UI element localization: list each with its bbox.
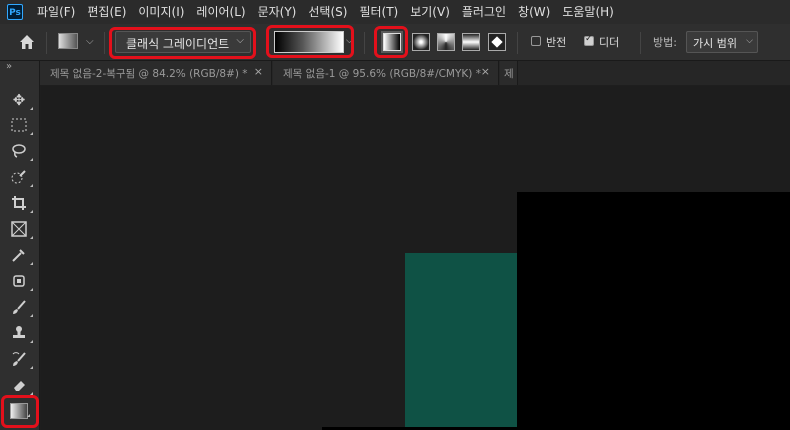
healing-brush-tool-icon[interactable] — [8, 270, 33, 292]
tool-preset-picker[interactable] — [58, 33, 78, 49]
document-canvas[interactable] — [517, 192, 790, 430]
mode-select[interactable]: 가시 범위 ⌵ — [686, 31, 758, 53]
collapse-icon[interactable]: » — [6, 61, 12, 72]
menu-file[interactable]: 파일(F) — [31, 0, 81, 24]
tab-title: 제목 없음-2-복구됨 @ 84.2% (RGB/8#) * — [50, 68, 248, 80]
separator — [46, 32, 47, 54]
menu-plugins[interactable]: 플러그인 — [456, 0, 512, 24]
tab-document-3[interactable]: 제 — [500, 61, 518, 85]
chevron-down-icon: ⌵ — [746, 36, 753, 46]
chevron-down-icon[interactable]: ⌵ — [346, 36, 353, 46]
close-icon[interactable]: × — [254, 65, 263, 78]
reverse-checkbox[interactable] — [531, 36, 541, 46]
menu-layer[interactable]: 레이어(L) — [190, 0, 251, 24]
tab-title: 제 — [504, 68, 514, 80]
menu-select[interactable]: 선택(S) — [302, 0, 353, 24]
dither-checkbox[interactable] — [584, 34, 594, 46]
menu-filter[interactable]: 필터(T) — [353, 0, 404, 24]
chevron-down-icon: ⌵ — [236, 35, 244, 46]
clone-stamp-tool-icon[interactable] — [8, 322, 33, 344]
lasso-tool-icon[interactable] — [8, 140, 33, 162]
marquee-tool-icon[interactable] — [8, 114, 33, 136]
dither-label: 디더 — [599, 36, 620, 49]
mode-label: 방법: — [653, 36, 677, 49]
crop-tool-icon[interactable] — [8, 192, 33, 214]
menu-bar: Ps 파일(F) 편집(E) 이미지(I) 레이어(L) 문자(Y) 선택(S)… — [0, 0, 790, 24]
tab-document-2[interactable]: 제목 없음-2-복구됨 @ 84.2% (RGB/8#) * × — [40, 61, 272, 85]
gradient-type-select[interactable]: 클래식 그레이디언트 ⌵ — [115, 31, 251, 53]
brush-tool-icon[interactable] — [8, 296, 33, 318]
diamond-gradient-button[interactable] — [488, 33, 506, 51]
linear-gradient-button[interactable] — [381, 31, 403, 53]
document-tab-bar: 제목 없음-2-복구됨 @ 84.2% (RGB/8#) * × 제목 없음-1… — [40, 61, 790, 85]
angle-gradient-button[interactable] — [437, 33, 455, 51]
menu-view[interactable]: 보기(V) — [404, 0, 456, 24]
options-bar: ⌵ 클래식 그레이디언트 ⌵ ⌵ 반전 디더 방법: 가시 범위 ⌵ — [0, 24, 790, 61]
tab-title: 제목 없음-1 @ 95.6% (RGB/8#/CMYK) * — [283, 68, 481, 80]
quick-select-tool-icon[interactable] — [8, 166, 33, 188]
home-icon[interactable] — [18, 33, 36, 51]
mode-value: 가시 범위 — [693, 37, 737, 50]
move-tool-icon[interactable]: ✥ — [8, 89, 33, 111]
photoshop-logo-icon[interactable]: Ps — [7, 4, 23, 20]
tools-panel: » ✥ — [0, 61, 40, 430]
eyedropper-tool-icon[interactable] — [8, 244, 33, 266]
separator — [104, 32, 105, 54]
frame-tool-icon[interactable] — [8, 218, 33, 240]
reflected-gradient-button[interactable] — [462, 33, 480, 51]
menu-image[interactable]: 이미지(I) — [132, 0, 190, 24]
reverse-label: 반전 — [546, 36, 567, 49]
menu-help[interactable]: 도움말(H) — [556, 0, 620, 24]
separator — [364, 32, 365, 54]
separator — [640, 32, 641, 54]
separator — [517, 32, 518, 54]
gradient-type-value: 클래식 그레이디언트 — [126, 37, 230, 51]
eraser-tool-icon[interactable] — [8, 374, 33, 396]
menu-edit[interactable]: 편집(E) — [81, 0, 132, 24]
tab-document-1[interactable]: 제목 없음-1 @ 95.6% (RGB/8#/CMYK) * × — [273, 61, 499, 85]
history-brush-tool-icon[interactable] — [8, 348, 33, 370]
gradient-tool-icon[interactable] — [10, 403, 30, 419]
menu-window[interactable]: 창(W) — [512, 0, 556, 24]
close-icon[interactable]: × — [481, 65, 490, 78]
chevron-down-icon[interactable]: ⌵ — [86, 36, 94, 47]
radial-gradient-button[interactable] — [412, 33, 430, 51]
teal-layer-region[interactable] — [405, 253, 517, 430]
gradient-preview-swatch[interactable] — [274, 31, 344, 53]
menu-type[interactable]: 문자(Y) — [252, 0, 303, 24]
